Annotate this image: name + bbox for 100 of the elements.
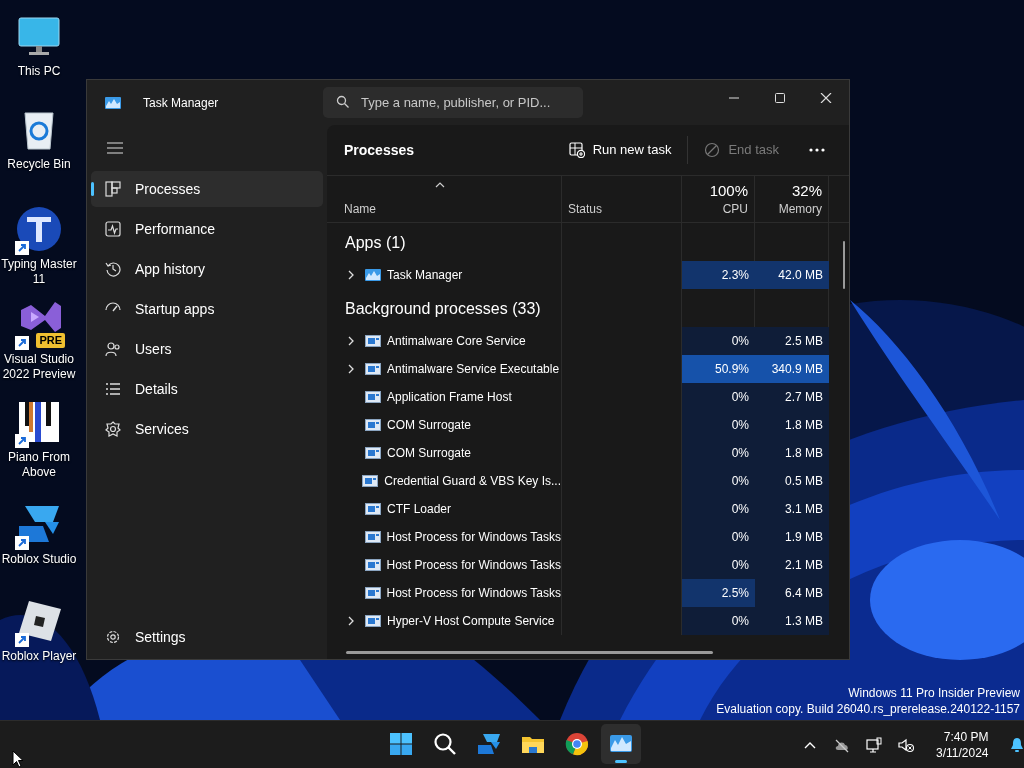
windows-start-icon [389, 732, 413, 756]
taskbar-button[interactable] [601, 724, 641, 764]
process-name: Host Process for Windows Tasks [386, 557, 561, 574]
process-name: Hyper-V Host Compute Service [387, 613, 555, 630]
window-app-icon [364, 586, 381, 600]
browser-circle-icon [565, 732, 589, 756]
table-cell: 0% [682, 411, 755, 439]
table-cell: 0% [682, 327, 755, 355]
vertical-scrollbar[interactable] [843, 241, 845, 289]
expand-chevron-icon[interactable] [348, 364, 354, 374]
search-icon [433, 732, 457, 756]
window-title: Task Manager [143, 94, 219, 112]
table-cell: 2.5 MB [755, 327, 829, 355]
desktop-icon-label[interactable]: Piano From Above [0, 450, 78, 480]
desktop-icon-label[interactable]: Typing Master 11 [0, 257, 78, 287]
notification-bell-icon[interactable] [1008, 737, 1024, 753]
clock[interactable]: 7:40 PM 3/11/2024 [936, 729, 989, 761]
grid-icon [105, 181, 121, 197]
desktop-icon-label[interactable]: Recycle Bin [7, 157, 71, 172]
group-heading: Apps (1) [345, 233, 406, 253]
desktop-icon-label[interactable]: Roblox Player [1, 649, 77, 664]
window-app-icon [365, 362, 381, 376]
new-task-icon [568, 142, 585, 158]
task-manager-icon [105, 95, 121, 110]
history-icon [105, 261, 121, 277]
window-app-icon [365, 614, 381, 628]
table-cell: 50.9% [682, 355, 755, 383]
window-app-icon [365, 418, 381, 432]
gear-icon [105, 421, 121, 437]
nav-item[interactable]: Performance [91, 211, 323, 247]
table-cell: 42.0 MB [755, 261, 829, 289]
desktop-icon-label[interactable]: Visual Studio 2022 Preview [0, 352, 78, 382]
column-header[interactable]: 32% Memory [755, 176, 829, 222]
process-name: Antimalware Core Service [387, 333, 526, 350]
process-name: COM Surrogate [387, 445, 472, 462]
table-cell: 2.1 MB [755, 551, 829, 579]
pulse-chart-icon [105, 221, 121, 237]
column-header[interactable]: 100% CPU [682, 176, 755, 222]
horizontal-scrollbar[interactable] [346, 651, 713, 654]
table-cell: 0% [682, 523, 755, 551]
table-cell: 0% [682, 551, 755, 579]
group-heading: Background processes (33) [345, 299, 541, 319]
window-app-icon [365, 334, 381, 348]
process-name: CTF Loader [387, 501, 452, 518]
process-name: Host Process for Windows Tasks [386, 529, 561, 546]
table-cell: 0% [682, 607, 755, 635]
column-header[interactable]: Status [562, 176, 682, 222]
process-name: Antimalware Service Executable [387, 361, 560, 378]
window-app-icon [362, 474, 379, 488]
table-cell: 2.7 MB [755, 383, 829, 411]
desktop-icon-label[interactable]: This PC [17, 64, 61, 79]
table-cell: 1.8 MB [755, 439, 829, 467]
blocked-circle-icon [704, 142, 721, 158]
menu-icon[interactable] [107, 142, 123, 154]
expand-chevron-icon[interactable] [348, 270, 354, 280]
process-name: COM Surrogate [387, 417, 472, 434]
toolbar-button[interactable]: Run new task [558, 134, 682, 166]
table-cell: 1.8 MB [755, 411, 829, 439]
expand-chevron-icon[interactable] [348, 616, 354, 626]
task-manager-icon [365, 268, 381, 282]
search-field[interactable]: Type a name, publisher, or PID... [323, 87, 583, 118]
list-icon [105, 381, 121, 397]
process-name: Task Manager [387, 267, 463, 284]
nav-item[interactable]: Startup apps [91, 291, 323, 327]
process-name: Application Frame Host [387, 389, 512, 406]
table-cell: 0% [682, 467, 755, 495]
table-cell: 1.9 MB [755, 523, 829, 551]
nav-item[interactable]: Details [91, 371, 323, 407]
more-icon[interactable] [809, 148, 825, 152]
desktop-icon-label[interactable]: Roblox Studio [1, 552, 77, 567]
table-cell: 3.1 MB [755, 495, 829, 523]
table-cell: 1.3 MB [755, 607, 829, 635]
table-cell: 340.9 MB [755, 355, 829, 383]
network-monitor-icon[interactable] [864, 737, 884, 753]
letter-t-circle-icon[interactable] [15, 205, 63, 253]
table-cell: 0% [682, 495, 755, 523]
column-header[interactable]: Name [327, 176, 562, 222]
muted-speaker-icon[interactable] [896, 737, 916, 753]
window-app-icon [365, 502, 381, 516]
nav-item[interactable]: Services [91, 411, 323, 447]
window-app-icon [364, 558, 381, 572]
close-icon[interactable] [820, 93, 832, 103]
table-cell: 0.5 MB [755, 467, 829, 495]
nav-item[interactable]: Processes [91, 171, 323, 207]
settings-icon [105, 629, 121, 645]
table-cell: 2.3% [682, 261, 755, 289]
process-name: Credential Guard & VBS Key Is... [384, 473, 561, 490]
expand-chevron-icon[interactable] [348, 336, 354, 346]
table-cell: 2.5% [682, 579, 755, 607]
window-app-icon [364, 530, 381, 544]
window-app-icon [365, 446, 381, 460]
nav-item[interactable]: App history [91, 251, 323, 287]
table-cell: 0% [682, 383, 755, 411]
nav-item[interactable]: Settings [91, 619, 323, 655]
system-notice-text: Evaluation copy. Build 26040.rs_prerelease.240122-1157 [716, 701, 1020, 717]
table-cell: 0% [682, 439, 755, 467]
maximize-icon[interactable] [774, 93, 786, 103]
users-icon [105, 341, 121, 357]
nav-item[interactable]: Users [91, 331, 323, 367]
system-notice-text: Windows 11 Pro Insider Preview [848, 685, 1020, 701]
